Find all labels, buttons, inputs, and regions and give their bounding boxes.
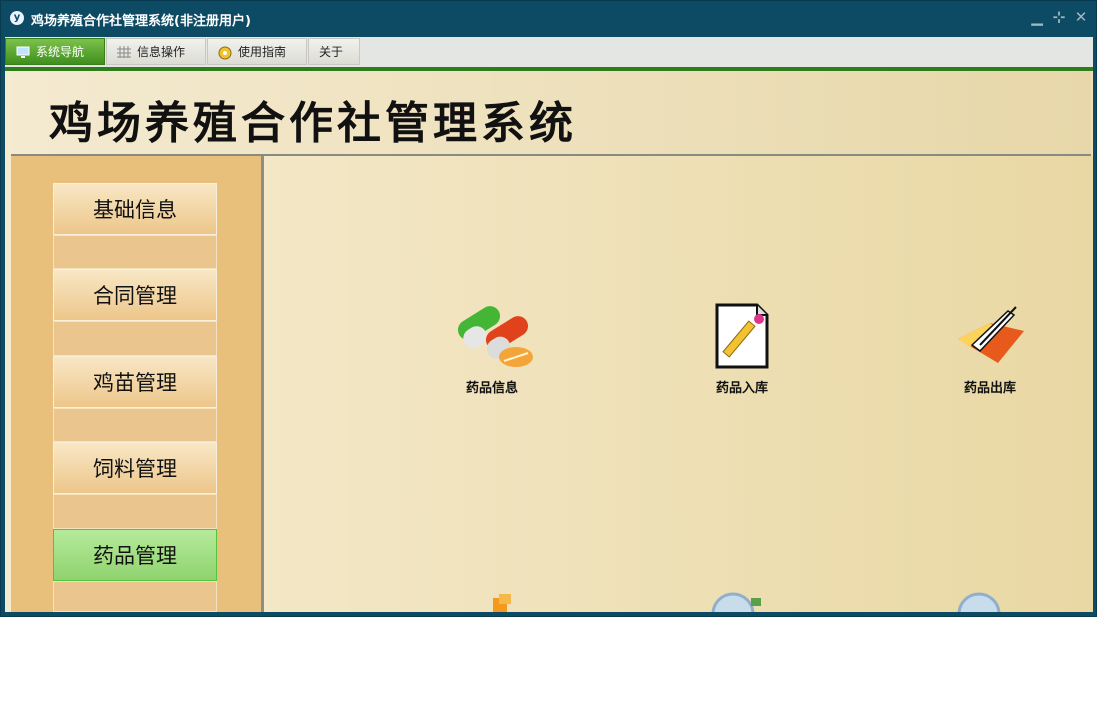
sidebar-item-contracts[interactable]: 合同管理 [53,269,217,321]
app-logo-icon: y [10,11,24,25]
banner: 鸡场养殖合作社管理系统 [11,71,1091,156]
tab-about[interactable]: 关于 [308,38,360,65]
tab-label: 使用指南 [238,45,287,59]
sidebar-item-feed[interactable]: 饲料管理 [53,442,217,494]
pills-icon [457,306,533,367]
sidebar-spacer [53,494,217,529]
folder-pencil-icon [958,306,1024,363]
monitor-icon [16,46,30,58]
restore-icon[interactable]: ⊹ [1052,9,1066,25]
app-window: y 鸡场养殖合作社管理系统(非注册用户) ▁ ⊹ ✕ 系统导航 信息操作 使用指… [0,0,1097,617]
menu-bar: 系统导航 信息操作 使用指南 关于 [5,37,1093,67]
tile-medicine-stock-in[interactable]: 药品入库 [687,301,797,396]
window-controls: ▁ ⊹ ✕ [1030,9,1088,25]
tab-label: 信息操作 [137,45,186,59]
compass-icon [218,46,232,59]
page-title: 鸡场养殖合作社管理系统 [49,98,577,149]
tile-label: 药品入库 [715,381,768,396]
tile-medicine-stock-out[interactable]: 药品出库 [935,301,1045,396]
title-bar: y 鸡场养殖合作社管理系统(非注册用户) ▁ ⊹ ✕ [1,1,1096,37]
tab-info-ops[interactable]: 信息操作 [106,38,206,65]
search-query-icon[interactable] [953,590,1007,612]
main-panel: 药品信息 药品入库 药品出库 [267,156,1093,612]
sidebar-item-medicine[interactable]: 药品管理 [53,529,217,581]
sidebar-item-basic-info[interactable]: 基础信息 [53,183,217,235]
edit-document-icon [715,303,769,369]
tab-system-nav[interactable]: 系统导航 [5,38,105,65]
tile-label: 药品信息 [465,381,518,396]
boxes-icon[interactable] [485,592,519,612]
sidebar-spacer [53,321,217,356]
sidebar-spacer [53,581,217,612]
search-record-icon[interactable] [707,590,767,612]
tab-label: 系统导航 [36,45,85,59]
sidebar-item-label: 基础信息 [93,198,177,222]
tile-label: 药品出库 [963,381,1016,396]
content-area: 鸡场养殖合作社管理系统 基础信息 合同管理 鸡苗管理 饲料管理 药品管理 药品信… [5,71,1093,612]
tile-medicine-info[interactable]: 药品信息 [437,301,547,396]
minimize-icon[interactable]: ▁ [1030,9,1044,25]
sidebar: 基础信息 合同管理 鸡苗管理 饲料管理 药品管理 [11,156,264,612]
tab-guide[interactable]: 使用指南 [207,38,307,65]
sidebar-item-label: 药品管理 [93,544,177,568]
window-title: 鸡场养殖合作社管理系统(非注册用户) [31,14,251,29]
sidebar-item-label: 合同管理 [93,284,177,308]
tab-label: 关于 [319,45,344,59]
sidebar-item-label: 鸡苗管理 [93,371,177,395]
sidebar-spacer [53,235,217,269]
grid-icon [117,45,131,58]
close-icon[interactable]: ✕ [1074,9,1088,25]
sidebar-spacer [53,408,217,442]
sidebar-item-label: 饲料管理 [93,457,177,481]
sidebar-item-chicks[interactable]: 鸡苗管理 [53,356,217,408]
